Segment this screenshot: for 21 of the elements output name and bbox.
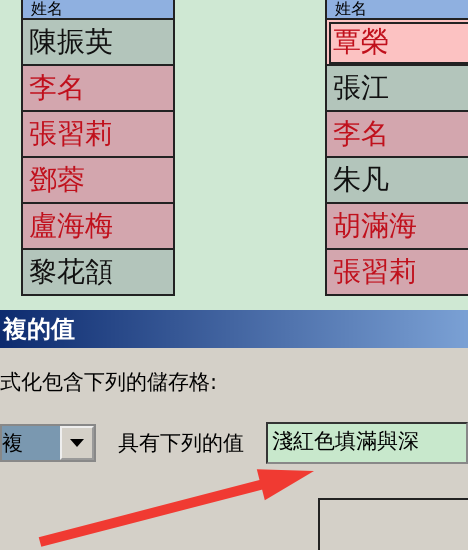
values-label: 具有下列的值	[118, 430, 244, 457]
column-header: 姓名	[327, 0, 468, 20]
table-cell: 李名	[327, 112, 468, 158]
dialog-button[interactable]	[318, 498, 468, 550]
column-header: 姓名	[23, 0, 173, 20]
type-dropdown[interactable]: 複	[0, 424, 96, 462]
format-dropdown[interactable]: 淺紅色填滿與深	[266, 422, 468, 464]
table-cell: 張習莉	[23, 112, 173, 158]
table-cell: 鄧蓉	[23, 158, 173, 204]
table-cell: 張習莉	[327, 250, 468, 296]
table-cell: 張江	[327, 66, 468, 112]
table-cell: 黎花頷	[23, 250, 173, 296]
instruction-text: 式化包含下列的儲存格:	[0, 369, 218, 396]
table-cell: 李名	[23, 66, 173, 112]
table-cell: 陳振英	[23, 20, 173, 66]
table-cell: 盧海梅	[23, 204, 173, 250]
caret-icon	[70, 439, 84, 447]
table-cell: 覃榮	[327, 20, 468, 66]
table-cell: 胡滿海	[327, 204, 468, 250]
table-cell: 朱凡	[327, 158, 468, 204]
dialog-title: 複的值	[0, 310, 468, 348]
